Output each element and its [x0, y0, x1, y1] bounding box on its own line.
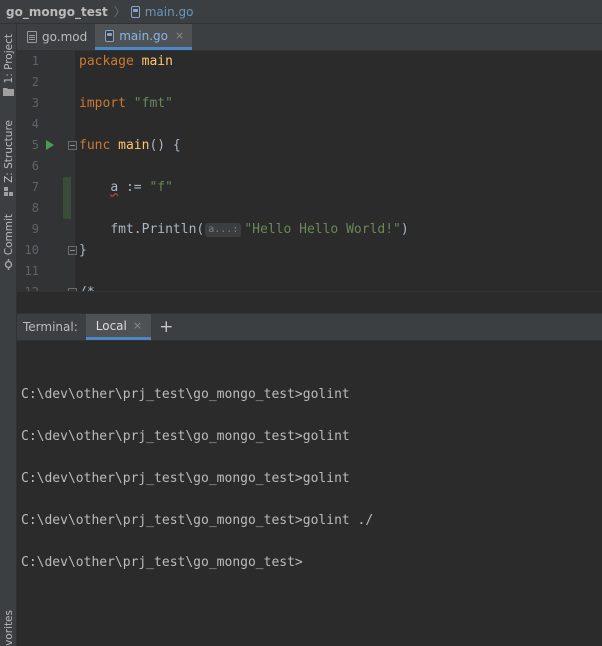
- string-literal: "Hello Hello World!": [244, 222, 401, 237]
- code-line: 4: [17, 114, 602, 135]
- terminal-line: C:\dev\other\prj_test\go_mongo_test>goli…: [21, 429, 350, 444]
- line-number: 2: [31, 75, 39, 89]
- go-file-icon: [130, 5, 140, 18]
- editor-horizontal-scrollbar[interactable]: [17, 291, 602, 313]
- run-icon[interactable]: [46, 140, 54, 150]
- code-line: 10 }: [17, 240, 602, 261]
- code-line: 11: [17, 261, 602, 282]
- breadcrumb-file-label: main.go: [144, 4, 194, 19]
- tab-label: go.mod: [42, 30, 88, 44]
- line-number: 7: [31, 180, 39, 194]
- line-number: 11: [24, 264, 39, 278]
- project-tool-button[interactable]: 1: Project: [0, 34, 17, 97]
- code-line: 6: [17, 156, 602, 177]
- line-number: 10: [24, 243, 39, 257]
- breadcrumb-project[interactable]: go_mongo_test: [6, 5, 108, 19]
- line-number: 5: [31, 138, 39, 152]
- terminal-tab-label: Local: [95, 318, 127, 333]
- add-terminal-button[interactable]: +: [159, 314, 173, 340]
- code-line: 9 fmt.Println(a...: "Hello Hello World!"): [17, 219, 602, 240]
- commit-icon: [4, 259, 13, 271]
- code-text: ): [400, 222, 409, 237]
- tab-main-go[interactable]: main.go ×: [95, 24, 193, 50]
- editor-tab-bar: go.mod main.go ×: [17, 24, 602, 51]
- code-line: 3 import "fmt": [17, 93, 602, 114]
- keyword: package: [79, 54, 134, 69]
- terminal-line: C:\dev\other\prj_test\go_mongo_test>goli…: [21, 513, 374, 528]
- keyword: import: [79, 96, 126, 111]
- code-editor[interactable]: 1 package main 2 3 import "fmt" 4 5 func…: [17, 51, 602, 291]
- commit-tool-label: Commit: [2, 214, 15, 256]
- mod-file-icon: [27, 31, 37, 43]
- favorites-tool-label: Favorites: [2, 610, 15, 646]
- fold-icon[interactable]: [68, 246, 77, 255]
- favorites-tool-button[interactable]: Favorites: [0, 610, 17, 646]
- string-literal: "f": [149, 180, 173, 195]
- line-number: 3: [31, 96, 39, 110]
- breadcrumb-separator: 〉: [113, 5, 126, 19]
- keyword: func: [79, 138, 111, 153]
- line-number: 9: [31, 222, 39, 236]
- terminal-title: Terminal:: [23, 320, 78, 334]
- breadcrumb-file[interactable]: main.go: [130, 4, 194, 19]
- terminal-prompt: C:\dev\other\prj_test\go_mongo_test>: [21, 555, 303, 570]
- code-line: 1 package main: [17, 51, 602, 72]
- line-number: 1: [31, 54, 39, 68]
- terminal-line: C:\dev\other\prj_test\go_mongo_test>goli…: [21, 471, 350, 486]
- structure-tool-button[interactable]: Z: Structure: [0, 120, 17, 196]
- code-line: 12 /*: [17, 282, 602, 291]
- line-number: 8: [31, 201, 39, 215]
- parameter-hint: a...:: [205, 223, 242, 237]
- line-number: 6: [31, 159, 39, 173]
- code-text: fmt.Println(: [110, 222, 205, 237]
- tab-terminal-local[interactable]: Local ×: [85, 314, 152, 340]
- terminal-output[interactable]: C:\dev\other\prj_test\go_mongo_test>goli…: [17, 341, 602, 646]
- structure-tool-label: Z: Structure: [2, 120, 15, 183]
- commit-tool-button[interactable]: Commit: [0, 214, 17, 271]
- code-text: }: [79, 243, 87, 258]
- code-text: :=: [118, 180, 150, 195]
- unused-variable: a: [110, 180, 119, 195]
- line-number: 4: [31, 117, 39, 131]
- left-tool-strip: 1: Project Z: Structure Commit Favorites: [0, 24, 17, 646]
- code-line: 8: [17, 198, 602, 219]
- line-number: 12: [19, 282, 39, 291]
- code-line: 5 func main() {: [17, 135, 602, 156]
- close-icon[interactable]: ×: [133, 319, 142, 332]
- code-line: 2: [17, 72, 602, 93]
- string-literal: "fmt": [125, 96, 173, 111]
- folder-icon: [3, 88, 14, 97]
- structure-icon: [3, 186, 13, 196]
- code-line: 7 a := "f": [17, 177, 602, 198]
- function-name: main: [110, 138, 150, 153]
- package-name: main: [133, 54, 173, 69]
- navigation-bar: go_mongo_test 〉 main.go: [0, 0, 602, 24]
- go-file-icon: [105, 29, 115, 42]
- fold-icon[interactable]: [68, 141, 77, 150]
- code-text: () {: [149, 138, 181, 153]
- tab-go-mod[interactable]: go.mod: [17, 24, 95, 50]
- project-tool-label: 1: Project: [2, 34, 15, 84]
- tab-label: main.go: [119, 28, 168, 43]
- terminal-header: Terminal: Local × +: [17, 313, 602, 341]
- terminal-line: C:\dev\other\prj_test\go_mongo_test>goli…: [21, 387, 350, 402]
- close-icon[interactable]: ×: [175, 29, 184, 42]
